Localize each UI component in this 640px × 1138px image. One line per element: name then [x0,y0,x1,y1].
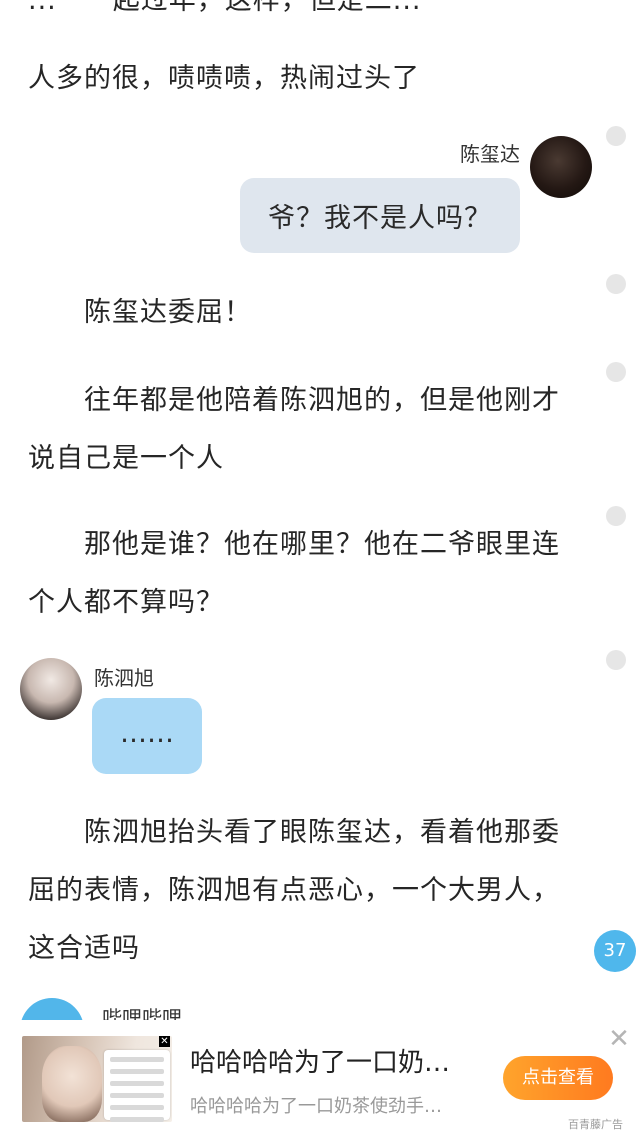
previous-paragraph-cut: ...一一起过年，这样，但是二... [0,0,640,40]
paragraph-top: 人多的很，啧啧啧，热闹过头了 [28,63,420,94]
cut-line-text: ...一一起过年，这样，但是二... [28,0,422,16]
speaker-name-left: 陈泗旭 [94,666,154,690]
avatar-left[interactable] [20,658,82,720]
speaker-name-right: 陈玺达 [460,142,520,166]
avatar-right[interactable] [530,136,592,198]
ad-thumb-close-icon[interactable]: ✕ [159,1036,170,1047]
ad-brand-label: 百青藤广告 [568,1118,623,1131]
ad-view-button[interactable]: 点击查看 [503,1056,613,1100]
chat-bubble-left: …… [92,698,202,774]
paragraph-1: 陈玺达委屈！ [84,297,252,328]
comment-dot[interactable] [606,650,626,670]
ad-thumbnail[interactable]: ✕ [22,1036,172,1122]
paragraph-4: 陈泗旭抬头看了眼陈玺达，看着他那委屈的表情，陈泗旭有点恶心，一个大男人，这合适吗 [28,817,560,964]
comment-dot[interactable] [606,274,626,294]
paragraph-2: 往年都是他陪着陈泗旭的，但是他刚才说自己是一个人 [28,385,560,474]
ad-close-icon[interactable]: ✕ [606,1026,632,1052]
chat-bubble-right: 爷？我不是人吗？ [240,178,520,253]
ad-subtitle[interactable]: 哈哈哈哈为了一口奶茶使劲手… [190,1092,480,1118]
ad-thumb-person [42,1046,102,1122]
comment-dot[interactable] [606,126,626,146]
paragraph-3: 那他是谁？他在哪里？他在二爷眼里连个人都不算吗？ [28,529,560,618]
ad-title[interactable]: 哈哈哈哈为了一口奶… [190,1042,480,1079]
ad-thumb-menu [104,1050,170,1122]
comment-dot[interactable] [606,506,626,526]
comment-dot[interactable] [606,362,626,382]
comment-count-badge[interactable]: 37 [594,930,636,972]
avatar-next [20,998,84,1020]
ad-banner[interactable]: ✕ 哈哈哈哈为了一口奶… 哈哈哈哈为了一口奶茶使劲手… 点击查看 ✕ 百青藤广告 [0,1020,640,1138]
speaker-name-next: 哔哩哔哩 [102,1006,182,1020]
next-chat-partial: 哔哩哔哩 [0,990,640,1020]
